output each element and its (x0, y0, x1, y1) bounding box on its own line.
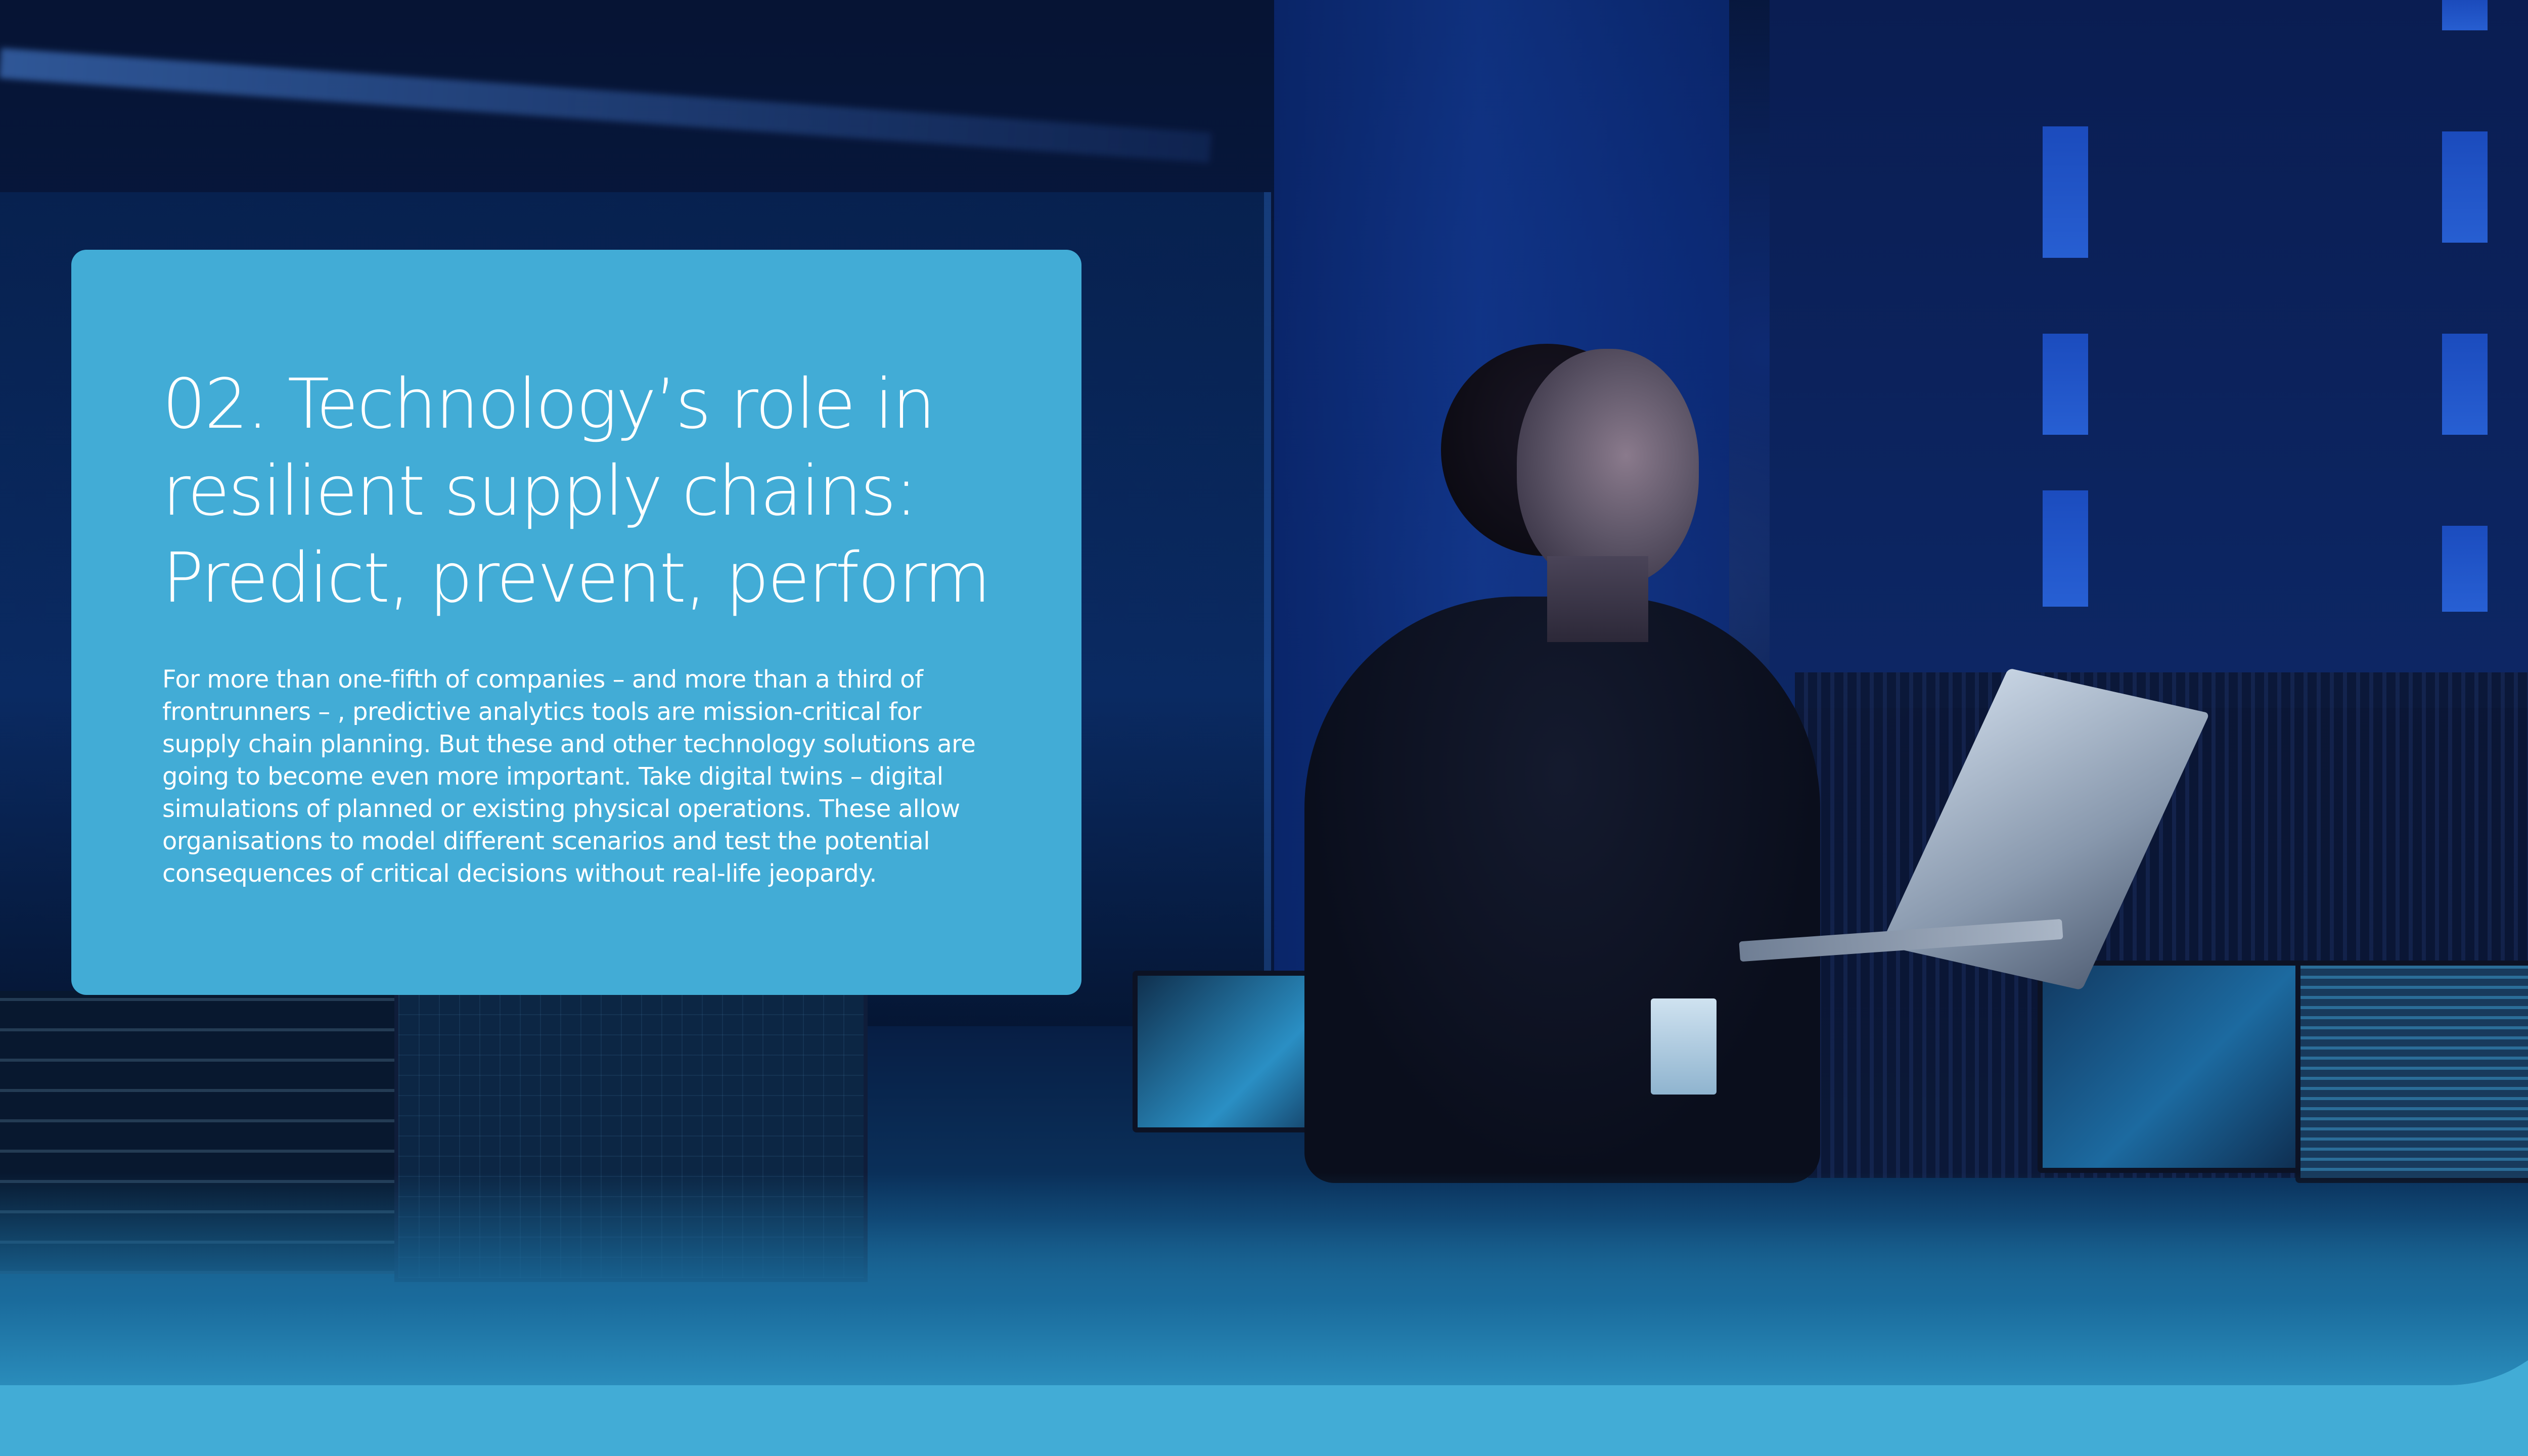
page: 02. Technology’s role in resilient suppl… (0, 0, 2528, 1456)
wall-light (2442, 334, 2488, 435)
title-line: resilient supply chains: (162, 451, 918, 531)
person-face (1517, 349, 1699, 586)
monitor (2295, 961, 2528, 1183)
monitor (2038, 961, 2311, 1173)
section-title: 02. Technology’s role in resilient suppl… (162, 361, 1022, 622)
wall-light (2043, 490, 2088, 607)
wall-light (2043, 126, 2088, 258)
person (1304, 597, 1820, 1183)
title-line: Predict, prevent, perform (162, 538, 991, 618)
wall-light (2442, 0, 2488, 30)
wall-light (2442, 526, 2488, 612)
wall-light (2043, 334, 2088, 435)
id-badge (1651, 998, 1717, 1095)
wall-light (2442, 131, 2488, 243)
background-wall (1770, 0, 2528, 708)
content-card: 02. Technology’s role in resilient suppl… (71, 250, 1081, 995)
desk (0, 1173, 2528, 1385)
title-line: 02. Technology’s role in (162, 365, 936, 444)
section-body: For more than one-fifth of companies – a… (162, 665, 976, 888)
person-neck (1547, 556, 1648, 642)
ceiling-light (0, 48, 1212, 163)
